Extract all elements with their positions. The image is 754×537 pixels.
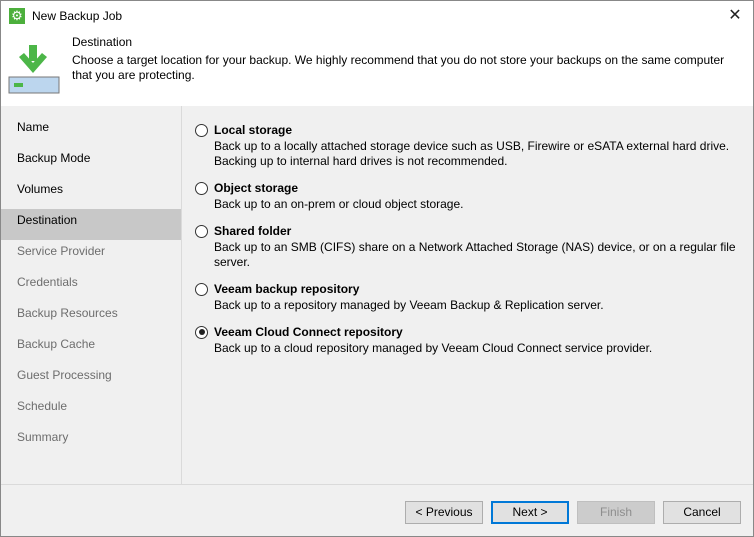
option-local-storage[interactable]: Local storage Back up to a locally attac…: [195, 122, 745, 169]
step-backup-resources: Backup Resources: [17, 306, 118, 320]
step-guest-processing: Guest Processing: [17, 368, 112, 382]
option-label[interactable]: Veeam Cloud Connect repository: [214, 325, 403, 339]
radio-veeam-backup-repository[interactable]: [195, 282, 208, 296]
wizard-steps: Name Backup Mode Volumes Destination Ser…: [1, 106, 182, 484]
option-description: Back up to an SMB (CIFS) share on a Netw…: [214, 240, 736, 269]
option-shared-folder[interactable]: Shared folder Back up to an SMB (CIFS) s…: [195, 223, 745, 270]
new-backup-job-window: ⚙ New Backup Job ✕ Destination Choose a …: [0, 0, 754, 537]
option-veeam-cloud-connect[interactable]: Veeam Cloud Connect repository Back up t…: [195, 324, 745, 356]
option-veeam-backup-repository[interactable]: Veeam backup repository Back up to a rep…: [195, 281, 745, 313]
next-button[interactable]: Next >: [491, 501, 569, 524]
option-object-storage[interactable]: Object storage Back up to an on-prem or …: [195, 180, 745, 212]
option-label[interactable]: Object storage: [214, 181, 298, 195]
download-destination-icon: [8, 45, 60, 94]
step-name[interactable]: Name: [1, 116, 181, 147]
option-description: Back up to a repository managed by Veeam…: [214, 298, 604, 312]
step-service-provider: Service Provider: [17, 244, 106, 258]
finish-button: Finish: [577, 501, 655, 524]
cancel-button[interactable]: Cancel: [663, 501, 741, 524]
step-destination[interactable]: Destination: [1, 209, 181, 240]
option-description: Back up to a cloud repository managed by…: [214, 341, 653, 355]
step-backup-cache: Backup Cache: [17, 337, 96, 351]
wizard-footer: < Previous Next > Finish Cancel: [1, 484, 753, 536]
option-label[interactable]: Local storage: [214, 123, 292, 137]
page-title: Destination: [72, 35, 133, 49]
page-description: Choose a target location for your backup…: [72, 53, 725, 82]
window-title: New Backup Job: [32, 9, 123, 23]
title-bar: ⚙ New Backup Job ✕: [1, 1, 753, 31]
close-icon[interactable]: ✕: [725, 5, 745, 25]
radio-local-storage[interactable]: [195, 123, 208, 137]
previous-button[interactable]: < Previous: [405, 501, 483, 524]
radio-veeam-cloud-connect[interactable]: [195, 325, 208, 339]
radio-shared-folder[interactable]: [195, 224, 208, 238]
step-volumes[interactable]: Volumes: [1, 178, 181, 209]
option-description: Back up to a locally attached storage de…: [214, 139, 730, 168]
option-label[interactable]: Veeam backup repository: [214, 282, 359, 296]
step-backup-mode[interactable]: Backup Mode: [1, 147, 181, 178]
option-label[interactable]: Shared folder: [214, 224, 291, 238]
option-description: Back up to an on-prem or cloud object st…: [214, 197, 464, 211]
gear-icon: ⚙: [9, 8, 25, 24]
wizard-header: Destination Choose a target location for…: [1, 31, 753, 106]
radio-object-storage[interactable]: [195, 181, 208, 195]
step-credentials: Credentials: [17, 275, 78, 289]
step-summary: Summary: [17, 430, 69, 444]
destination-options: Local storage Back up to a locally attac…: [195, 122, 745, 367]
step-schedule: Schedule: [17, 399, 68, 413]
